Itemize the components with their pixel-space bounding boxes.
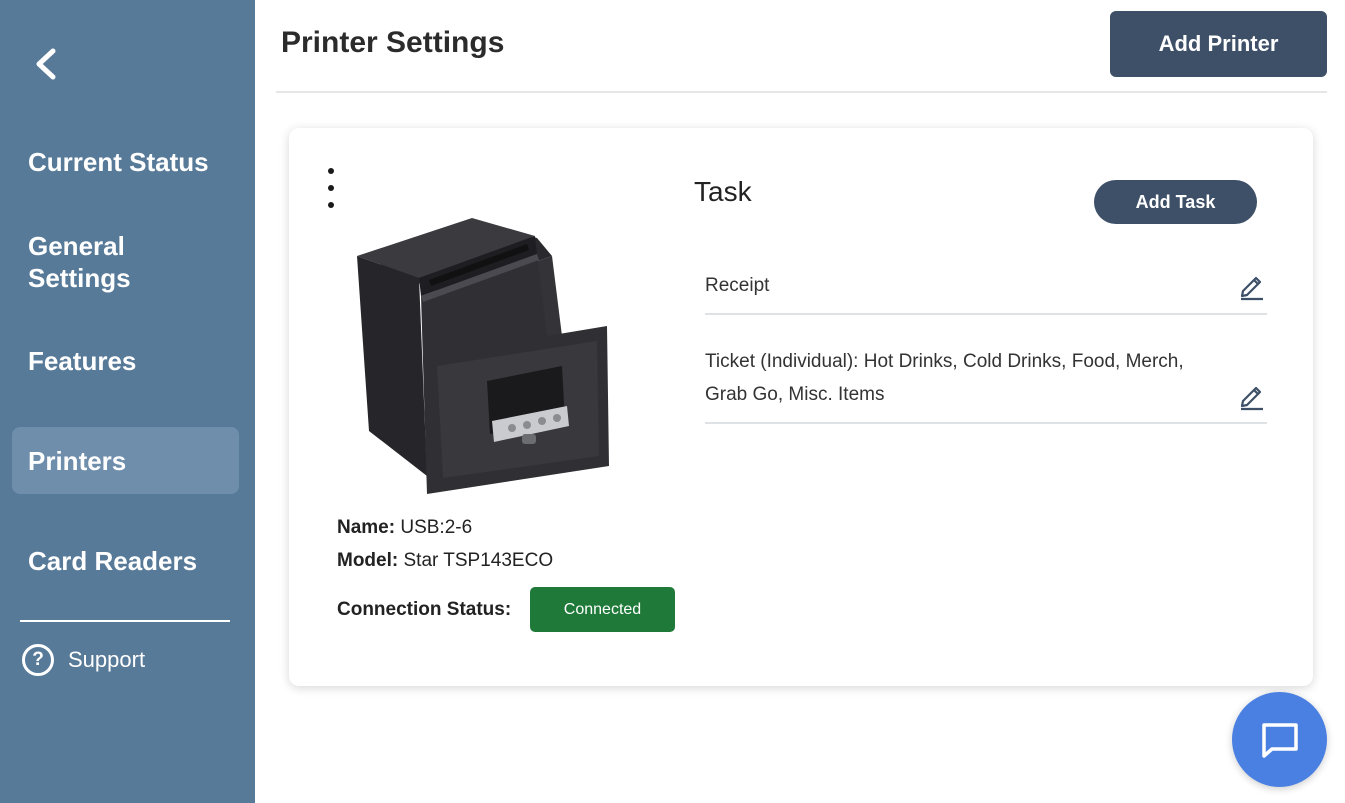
sidebar-item-printers[interactable]: Printers [12,427,239,494]
sidebar-item-card-readers[interactable]: Card Readers [12,541,239,581]
header-divider [276,91,1327,93]
printer-name-label: Name: [337,517,396,538]
sidebar: Current Status General Settings Features… [0,0,255,803]
chat-icon [1261,722,1298,758]
connection-status-row: Connection Status: [337,599,511,621]
help-icon: ? [22,644,54,676]
printer-name-row: Name: USB:2-6 [337,517,472,539]
connection-status-label: Connection Status: [337,599,512,620]
printer-model-label: Model: [337,550,399,571]
task-item-label: Receipt [705,275,770,296]
task-item[interactable]: Receipt [705,268,1267,315]
sidebar-item-general-settings[interactable]: General Settings [12,226,212,298]
sidebar-divider [20,620,230,622]
printer-name-value: USB:2-6 [400,517,473,538]
printer-card: Name: USB:2-6 Model: Star TSP143ECO Conn… [289,128,1313,686]
add-printer-button[interactable]: Add Printer [1110,11,1327,77]
edit-icon[interactable] [1237,271,1267,301]
connection-status-badge: Connected [530,587,675,632]
back-button[interactable] [26,44,66,84]
chat-button[interactable] [1232,692,1327,787]
add-task-button[interactable]: Add Task [1094,180,1257,224]
printer-image [357,218,609,494]
support-link[interactable]: ? Support [22,644,145,676]
edit-icon[interactable] [1237,381,1267,411]
sidebar-item-features[interactable]: Features [12,341,239,381]
sidebar-item-label: Current Status [28,147,209,177]
task-item[interactable]: Ticket (Individual): Hot Drinks, Cold Dr… [705,345,1267,424]
printer-model-row: Model: Star TSP143ECO [337,550,553,572]
sidebar-item-label: General Settings [28,231,131,293]
task-item-label: Ticket (Individual): Hot Drinks, Cold Dr… [705,351,1184,405]
sidebar-item-label: Features [28,346,137,376]
sidebar-item-label: Card Readers [28,546,198,576]
printer-model-value: Star TSP143ECO [403,550,554,571]
sidebar-item-current-status[interactable]: Current Status [12,142,239,182]
page-title: Printer Settings [281,26,505,59]
chevron-left-icon [36,48,56,80]
sidebar-item-label: Printers [28,445,127,476]
support-label: Support [68,647,146,672]
more-options-icon[interactable] [319,168,343,208]
task-section-title: Task [694,176,752,207]
